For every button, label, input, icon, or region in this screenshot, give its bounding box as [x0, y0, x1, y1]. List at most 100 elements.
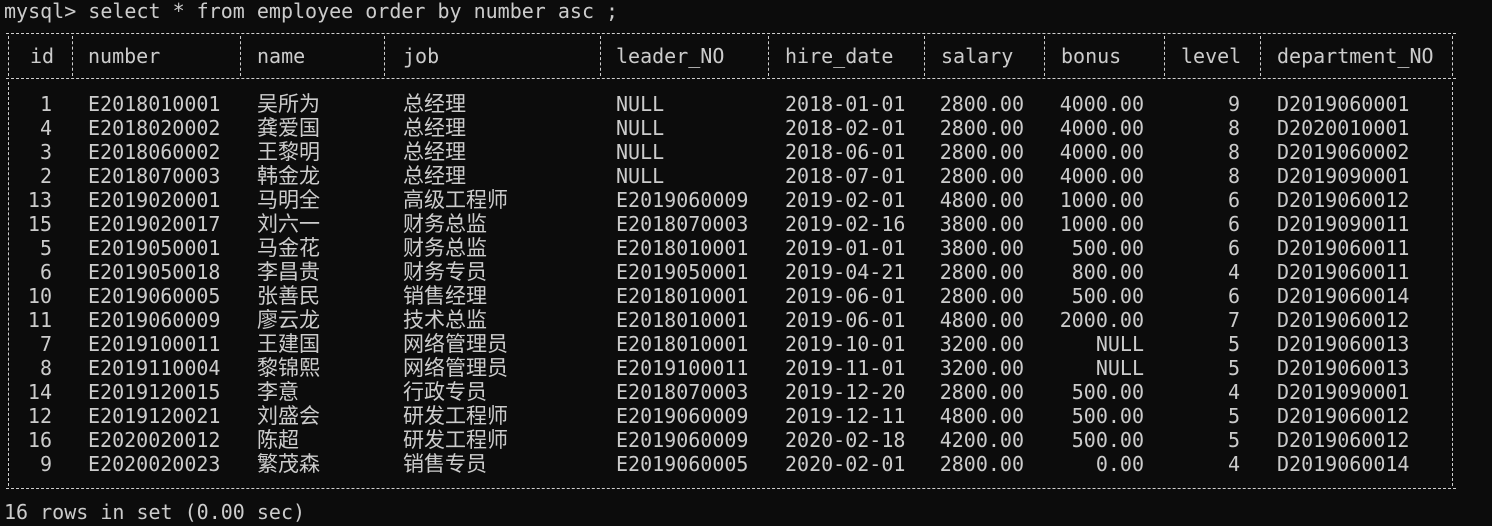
- cell-number: E2019020017: [88, 212, 221, 236]
- cell-name: 马金花: [257, 236, 320, 260]
- cell-name: 廖云龙: [257, 308, 320, 332]
- cell-department-no: D2019060011: [1277, 260, 1410, 284]
- cell-department-no: D2019060014: [1277, 284, 1410, 308]
- cell-salary: 3800.00: [939, 236, 1024, 260]
- column-separator: [8, 82, 9, 486]
- cell-number: E2019120015: [88, 380, 221, 404]
- cell-name: 李昌贵: [257, 260, 320, 284]
- cell-department-no: D2019060012: [1277, 404, 1410, 428]
- cell-level: 4: [1227, 380, 1240, 404]
- cell-job: 销售经理: [403, 284, 487, 308]
- cell-name: 马明全: [257, 188, 320, 212]
- cell-leader-no: E2019060009: [616, 404, 749, 428]
- cell-level: 7: [1227, 308, 1240, 332]
- cell-leader-no: E2019060005: [616, 452, 749, 476]
- cell-leader-no: E2018010001: [616, 236, 749, 260]
- cell-leader-no: NULL: [616, 92, 665, 116]
- column-separator: [1044, 36, 1045, 76]
- column-separator: [240, 36, 241, 76]
- column-separator: [1164, 36, 1165, 76]
- cell-name: 王建国: [257, 332, 320, 356]
- cell-leader-no: NULL: [616, 140, 665, 164]
- cell-level: 4: [1227, 260, 1240, 284]
- cell-department-no: D2019060012: [1277, 308, 1410, 332]
- cell-leader-no: E2019050001: [616, 260, 749, 284]
- column-separator: [768, 36, 769, 76]
- cell-level: 6: [1227, 212, 1240, 236]
- cell-salary: 3200.00: [939, 356, 1024, 380]
- cell-department-no: D2019060002: [1277, 140, 1410, 164]
- cell-leader-no: NULL: [616, 164, 665, 188]
- cell-salary: 3800.00: [939, 212, 1024, 236]
- cell-department-no: D2019090001: [1277, 164, 1410, 188]
- cell-name: 刘六一: [257, 212, 320, 236]
- cell-department-no: D2019060011: [1277, 236, 1410, 260]
- cell-number: E2018070003: [88, 164, 221, 188]
- cell-level: 9: [1227, 92, 1240, 116]
- column-header-hire-date: hire_date: [785, 44, 894, 68]
- cell-number: E2019050001: [88, 236, 221, 260]
- cell-salary: 2800.00: [939, 164, 1024, 188]
- cell-department-no: D2019060001: [1277, 92, 1410, 116]
- column-header-salary: salary: [941, 44, 1014, 68]
- cell-number: E2019020001: [88, 188, 221, 212]
- cell-salary: 2800.00: [939, 452, 1024, 476]
- cell-job: 财务总监: [403, 236, 487, 260]
- cell-leader-no: E2019060009: [616, 428, 749, 452]
- cell-salary: 4800.00: [939, 308, 1024, 332]
- column-header-bonus: bonus: [1061, 44, 1122, 68]
- cell-number: E2019050018: [88, 260, 221, 284]
- column-header-number: number: [88, 44, 161, 68]
- column-separator: [384, 36, 385, 76]
- cell-salary: 4200.00: [939, 428, 1024, 452]
- cell-name: 繁茂森: [257, 452, 320, 476]
- cell-number: E2019110004: [88, 356, 221, 380]
- cell-leader-no: E2018070003: [616, 380, 749, 404]
- cell-job: 网络管理员: [403, 356, 508, 380]
- cell-job: 行政专员: [403, 380, 487, 404]
- cell-leader-no: E2018010001: [616, 332, 749, 356]
- column-header-name: name: [257, 44, 306, 68]
- cell-number: E2020020012: [88, 428, 221, 452]
- cell-salary: 2800.00: [939, 260, 1024, 284]
- cell-level: 6: [1227, 236, 1240, 260]
- cell-department-no: D2019060013: [1277, 332, 1410, 356]
- cell-department-no: D2019090011: [1277, 212, 1410, 236]
- cell-name: 李意: [257, 380, 299, 404]
- cell-name: 刘盛会: [257, 404, 320, 428]
- cell-job: 财务专员: [403, 260, 487, 284]
- cell-name: 韩金龙: [257, 164, 320, 188]
- cell-job: 总经理: [403, 164, 466, 188]
- cell-job: 总经理: [403, 140, 466, 164]
- cell-leader-no: E2018070003: [616, 212, 749, 236]
- column-header-department-no: department_NO: [1277, 44, 1434, 68]
- cell-name: 龚爱国: [257, 116, 320, 140]
- cell-leader-no: NULL: [616, 116, 665, 140]
- terminal-window[interactable]: mysql> select * from employee order by n…: [0, 0, 1492, 526]
- command-line: mysql> select * from employee order by n…: [4, 0, 619, 23]
- cell-level: 5: [1227, 356, 1240, 380]
- column-header-job: job: [403, 44, 440, 68]
- cell-department-no: D2019090001: [1277, 380, 1410, 404]
- cell-leader-no: E2018010001: [616, 284, 749, 308]
- result-summary: 16 rows in set (0.00 sec): [4, 500, 306, 524]
- cell-number: E2018060002: [88, 140, 221, 164]
- column-separator: [924, 36, 925, 76]
- cell-number: E2019100011: [88, 332, 221, 356]
- cell-level: 5: [1227, 428, 1240, 452]
- cell-job: 高级工程师: [403, 188, 508, 212]
- column-separator: [72, 36, 73, 76]
- cell-leader-no: E2018010001: [616, 308, 749, 332]
- column-header-level: level: [1181, 44, 1242, 68]
- cell-salary: 3200.00: [939, 332, 1024, 356]
- cell-job: 销售专员: [403, 452, 487, 476]
- cell-leader-no: E2019060009: [616, 188, 749, 212]
- cell-job: 研发工程师: [403, 428, 508, 452]
- cell-name: 吴所为: [257, 92, 320, 116]
- cell-level: 8: [1227, 140, 1240, 164]
- cell-department-no: D2020010001: [1277, 116, 1410, 140]
- cell-salary: 2800.00: [939, 284, 1024, 308]
- cell-level: 6: [1227, 284, 1240, 308]
- cell-level: 5: [1227, 332, 1240, 356]
- cell-job: 网络管理员: [403, 332, 508, 356]
